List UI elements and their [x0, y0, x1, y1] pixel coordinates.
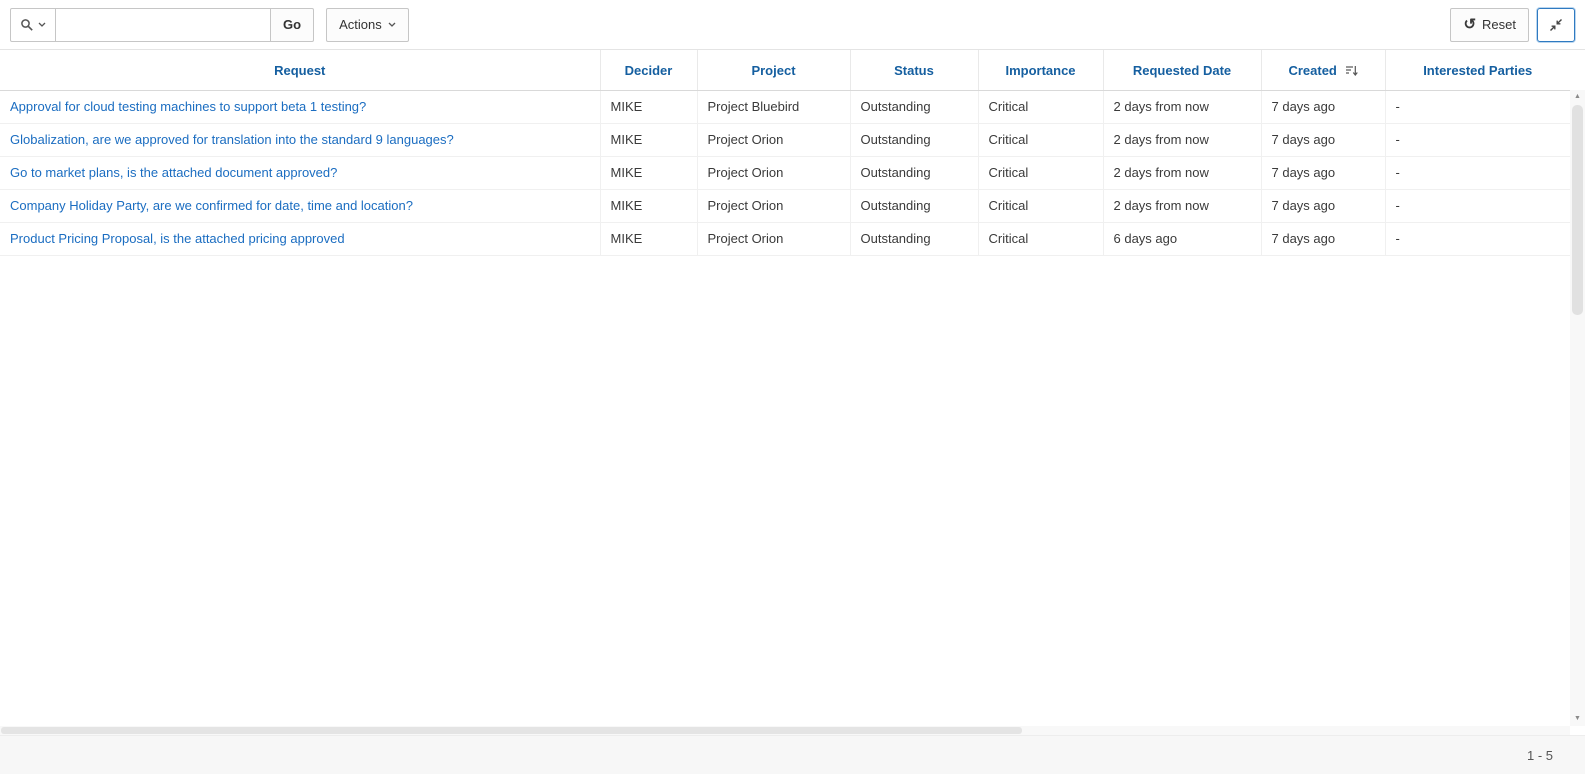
column-header-label: Request [274, 63, 325, 78]
created-cell: 7 days ago [1272, 198, 1336, 213]
search-icon [20, 18, 34, 32]
column-header-label: Importance [1005, 63, 1075, 78]
column-header-label: Requested Date [1133, 63, 1231, 78]
column-header-created[interactable]: Created [1261, 50, 1385, 90]
importance-cell: Critical [989, 132, 1029, 147]
actions-label: Actions [339, 17, 382, 32]
created-cell: 7 days ago [1272, 99, 1336, 114]
column-header-requested-date[interactable]: Requested Date [1103, 50, 1261, 90]
chevron-down-icon [388, 22, 396, 27]
column-header-status[interactable]: Status [850, 50, 978, 90]
request-link[interactable]: Go to market plans, is the attached docu… [10, 165, 337, 180]
report-table: Request Decider Project Status Importanc… [0, 50, 1570, 256]
interested-parties-cell: - [1396, 231, 1400, 246]
decider-cell: MIKE [611, 165, 643, 180]
search-options-button[interactable] [10, 8, 56, 42]
status-cell: Outstanding [861, 132, 931, 147]
sort-descending-icon [1345, 64, 1358, 77]
importance-cell: Critical [989, 165, 1029, 180]
requested-date-cell: 2 days from now [1114, 99, 1209, 114]
vertical-scrollbar-thumb[interactable] [1572, 105, 1583, 315]
project-cell: Project Orion [708, 198, 784, 213]
decider-cell: MIKE [611, 231, 643, 246]
project-cell: Project Orion [708, 231, 784, 246]
importance-cell: Critical [989, 198, 1029, 213]
actions-button[interactable]: Actions [326, 8, 409, 42]
created-cell: 7 days ago [1272, 165, 1336, 180]
column-header-interested-parties[interactable]: Interested Parties [1385, 50, 1570, 90]
interested-parties-cell: - [1396, 132, 1400, 147]
created-cell: 7 days ago [1272, 231, 1336, 246]
interactive-report-page: Go Actions ↺ Reset [0, 0, 1585, 774]
table-row: Product Pricing Proposal, is the attache… [0, 222, 1570, 255]
scroll-down-arrow-icon[interactable]: ▼ [1570, 712, 1585, 726]
reset-label: Reset [1482, 17, 1516, 32]
status-cell: Outstanding [861, 231, 931, 246]
importance-cell: Critical [989, 231, 1029, 246]
reset-icon: ↺ [1463, 17, 1476, 32]
column-header-label: Interested Parties [1423, 63, 1532, 78]
requested-date-cell: 2 days from now [1114, 132, 1209, 147]
scroll-up-arrow-icon[interactable]: ▲ [1570, 90, 1585, 104]
collapse-report-button[interactable] [1537, 8, 1575, 42]
interested-parties-cell: - [1396, 165, 1400, 180]
request-link[interactable]: Company Holiday Party, are we confirmed … [10, 198, 413, 213]
requested-date-cell: 2 days from now [1114, 198, 1209, 213]
horizontal-scrollbar-thumb[interactable] [1, 727, 1022, 734]
report-grid: Request Decider Project Status Importanc… [0, 50, 1570, 256]
column-header-decider[interactable]: Decider [600, 50, 697, 90]
column-header-label: Status [894, 63, 934, 78]
horizontal-scrollbar[interactable] [0, 726, 1570, 735]
status-cell: Outstanding [861, 99, 931, 114]
interested-parties-cell: - [1396, 99, 1400, 114]
request-link[interactable]: Product Pricing Proposal, is the attache… [10, 231, 345, 246]
column-header-label: Created [1288, 63, 1336, 78]
table-row: Globalization, are we approved for trans… [0, 123, 1570, 156]
reset-button[interactable]: ↺ Reset [1450, 8, 1529, 42]
created-cell: 7 days ago [1272, 132, 1336, 147]
decider-cell: MIKE [611, 99, 643, 114]
report-footer: 1 - 5 [0, 735, 1585, 774]
vertical-scrollbar[interactable]: ▲ ▼ [1570, 90, 1585, 726]
importance-cell: Critical [989, 99, 1029, 114]
header-row: Request Decider Project Status Importanc… [0, 50, 1570, 90]
column-header-request[interactable]: Request [0, 50, 600, 90]
decider-cell: MIKE [611, 198, 643, 213]
column-header-label: Decider [625, 63, 673, 78]
interested-parties-cell: - [1396, 198, 1400, 213]
request-link[interactable]: Globalization, are we approved for trans… [10, 132, 454, 147]
table-row: Go to market plans, is the attached docu… [0, 156, 1570, 189]
toolbar-right-group: ↺ Reset [1450, 8, 1575, 42]
go-button[interactable]: Go [270, 8, 314, 42]
status-cell: Outstanding [861, 198, 931, 213]
collapse-icon [1549, 18, 1563, 32]
column-header-importance[interactable]: Importance [978, 50, 1103, 90]
project-cell: Project Orion [708, 132, 784, 147]
chevron-down-icon [38, 22, 46, 27]
table-row: Company Holiday Party, are we confirmed … [0, 189, 1570, 222]
status-cell: Outstanding [861, 165, 931, 180]
table-row: Approval for cloud testing machines to s… [0, 90, 1570, 123]
requested-date-cell: 6 days ago [1114, 231, 1178, 246]
project-cell: Project Bluebird [708, 99, 800, 114]
requested-date-cell: 2 days from now [1114, 165, 1209, 180]
pagination-label: 1 - 5 [1527, 748, 1553, 763]
request-link[interactable]: Approval for cloud testing machines to s… [10, 99, 366, 114]
column-header-label: Project [751, 63, 795, 78]
search-input[interactable] [56, 8, 271, 42]
project-cell: Project Orion [708, 165, 784, 180]
search-toolbar: Go Actions ↺ Reset [0, 0, 1585, 50]
decider-cell: MIKE [611, 132, 643, 147]
column-header-project[interactable]: Project [697, 50, 850, 90]
